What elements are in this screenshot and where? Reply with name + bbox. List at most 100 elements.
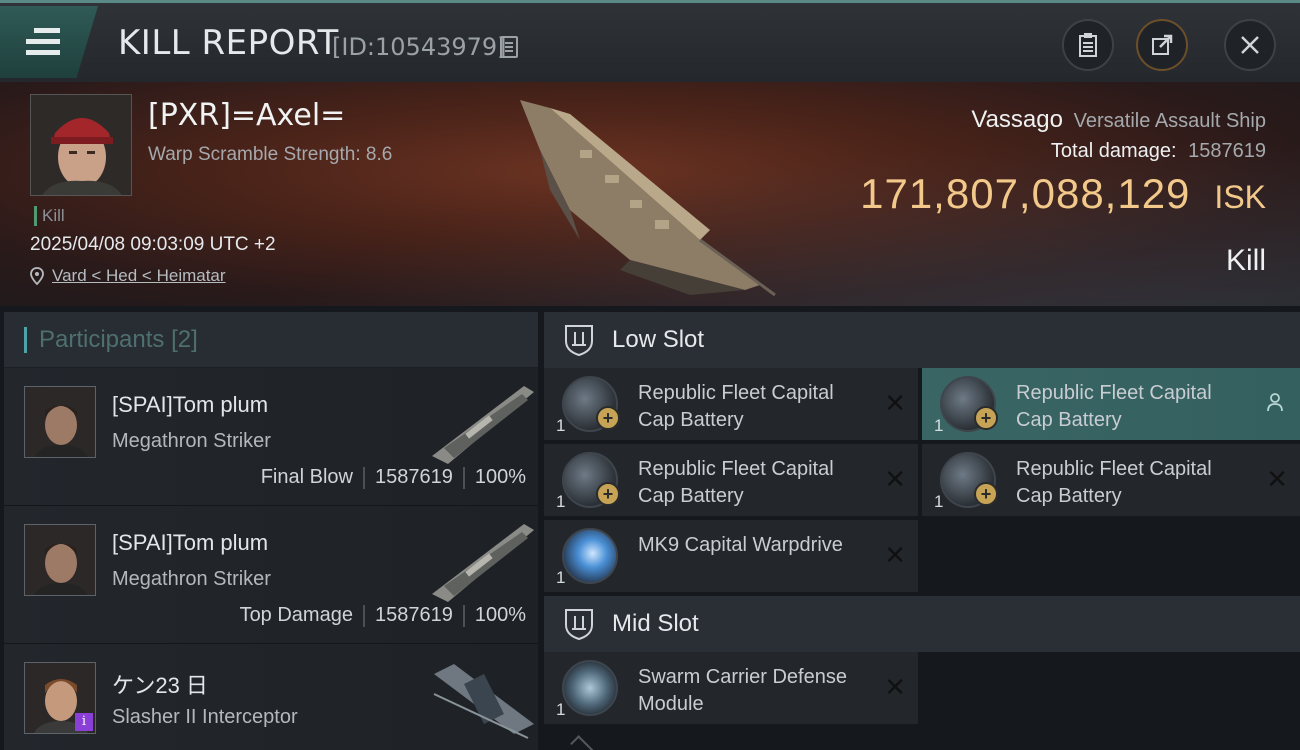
- module-quantity: 1: [556, 416, 566, 435]
- participant-damage: 1587619: [374, 466, 453, 488]
- low-slot-grid: + 1 Republic Fleet Capital Cap Battery ✕…: [544, 368, 1300, 596]
- participant-ship: Slasher II Interceptor: [112, 706, 298, 728]
- participant-ship: Megathron Striker: [112, 430, 271, 452]
- destroyed-x-icon: ✕: [884, 464, 906, 494]
- kill-location-link[interactable]: Vard < Hed < Heimatar: [30, 266, 226, 286]
- low-slot-header: Low Slot: [544, 312, 1300, 368]
- module-item[interactable]: + 1 Republic Fleet Capital Cap Battery: [922, 368, 1300, 440]
- participant-avatar[interactable]: [24, 386, 96, 458]
- kill-banner: [PXR]=Axel= Warp Scramble Strength: 8.6 …: [0, 82, 1300, 306]
- participant-row[interactable]: [SPAI]Tom plum Megathron Striker Final B…: [4, 368, 538, 506]
- menu-button[interactable]: [0, 6, 98, 78]
- participant-avatar[interactable]: i: [24, 662, 96, 734]
- kill-timestamp: 2025/04/08 09:03:09 UTC +2: [30, 234, 276, 255]
- module-item[interactable]: + 1 Republic Fleet Capital Cap Battery ✕: [922, 444, 1300, 516]
- header-accent-bar: [24, 326, 27, 353]
- participant-ship-image: [432, 524, 534, 602]
- mid-slot-label: Mid Slot: [612, 610, 699, 637]
- cap-battery-icon: +: [940, 452, 998, 508]
- participant-ship: Megathron Striker: [112, 568, 271, 590]
- module-item[interactable]: 1 MK9 Capital Warpdrive ✕: [544, 520, 918, 592]
- participant-ship-image: [432, 386, 534, 464]
- module-quantity: 1: [556, 700, 566, 719]
- kill-tag: Kill: [34, 206, 65, 226]
- participant-percent: 100%: [474, 604, 526, 626]
- module-name: Swarm Carrier Defense Module: [638, 666, 847, 715]
- slot-shield-icon: [565, 325, 593, 357]
- clipboard-icon: [1079, 33, 1097, 57]
- destroyed-x-icon: ✕: [884, 540, 906, 570]
- copy-icon[interactable]: [500, 36, 518, 58]
- participant-name: ケン23 日: [112, 673, 208, 698]
- module-name: MK9 Capital Warpdrive: [638, 534, 843, 556]
- participants-count: [2]: [171, 325, 198, 353]
- stats-divider: [462, 466, 465, 489]
- participant-percent: 100%: [474, 466, 526, 488]
- participant-row[interactable]: i ケン23 日 Slasher II Interceptor: [4, 644, 538, 750]
- module-quantity: 1: [934, 492, 944, 511]
- chevron-up-icon: [570, 735, 600, 750]
- module-quantity: 1: [934, 416, 944, 435]
- isk-value: 171,807,088,129: [860, 170, 1191, 217]
- info-badge: i: [75, 713, 93, 731]
- share-icon: [1152, 34, 1173, 55]
- participant-stats: Top Damage 1587619 100%: [240, 604, 526, 627]
- fitting-panel: Low Slot + 1 Republic Fleet Capital Cap …: [544, 312, 1300, 750]
- stats-divider: [362, 604, 365, 627]
- close-button[interactable]: [1224, 19, 1276, 71]
- module-quantity: 1: [556, 492, 566, 511]
- participants-title: Participants: [39, 325, 165, 353]
- module-name: Republic Fleet Capital Cap Battery: [1016, 382, 1212, 431]
- module-name: Republic Fleet Capital Cap Battery: [638, 382, 834, 431]
- module-item[interactable]: + 1 Republic Fleet Capital Cap Battery ✕: [544, 444, 918, 516]
- mid-slot-grid: 1 Swarm Carrier Defense Module ✕: [544, 652, 1300, 728]
- total-damage-value: 1587619: [1188, 140, 1266, 162]
- participant-avatar[interactable]: [24, 524, 96, 596]
- cap-battery-icon: +: [562, 376, 620, 432]
- user-icon[interactable]: [1266, 392, 1284, 412]
- location-text: Vard < Hed < Heimatar: [52, 266, 226, 285]
- cap-battery-icon: +: [940, 376, 998, 432]
- top-bar: KILL REPORT [ID:10543979]: [0, 0, 1300, 82]
- slot-shield-icon: [565, 609, 593, 641]
- module-name: Republic Fleet Capital Cap Battery: [638, 458, 834, 507]
- participant-damage: 1587619: [374, 604, 453, 626]
- participant-ship-image: [433, 664, 534, 739]
- destroyed-x-icon: ✕: [1266, 464, 1288, 494]
- participant-row[interactable]: [SPAI]Tom plum Megathron Striker Top Dam…: [4, 506, 538, 644]
- total-damage-label: Total damage:: [1050, 140, 1177, 162]
- participant-role: Final Blow: [260, 466, 353, 488]
- mid-slot-header: Mid Slot: [544, 596, 1300, 652]
- page-title: KILL REPORT: [118, 23, 339, 63]
- stats-divider: [462, 604, 465, 627]
- participants-label: Participants [2]: [39, 326, 198, 354]
- participant-stats: Final Blow 1587619 100%: [261, 466, 526, 489]
- hamburger-icon: [26, 28, 60, 61]
- participants-panel: Participants [2] [SPAI]Tom plum Megathro…: [4, 312, 538, 750]
- report-id: [ID:10543979]: [332, 33, 507, 61]
- cap-battery-icon: +: [562, 452, 620, 508]
- ship-name-text: Vassago: [971, 106, 1063, 133]
- total-damage: Total damage: 1587619: [1051, 140, 1266, 163]
- location-pin-icon: [30, 267, 44, 285]
- isk-unit: ISK: [1214, 179, 1266, 215]
- victim-avatar[interactable]: [30, 94, 132, 196]
- module-quantity: 1: [556, 568, 566, 587]
- close-icon: [1241, 36, 1259, 54]
- destroyed-x-icon: ✕: [884, 388, 906, 418]
- participant-name: [SPAI]Tom plum: [112, 530, 269, 555]
- victim-ship-name: Vassago Versatile Assault Ship: [971, 106, 1266, 134]
- warpdrive-icon: [562, 528, 618, 584]
- clipboard-button[interactable]: [1062, 19, 1114, 71]
- module-item[interactable]: + 1 Republic Fleet Capital Cap Battery ✕: [544, 368, 918, 440]
- low-slot-label: Low Slot: [612, 326, 705, 353]
- victim-ship-image[interactable]: [510, 90, 790, 300]
- participants-header: Participants [2]: [4, 312, 538, 368]
- warp-scramble-strength: Warp Scramble Strength: 8.6: [148, 144, 393, 165]
- participant-role: Top Damage: [239, 604, 353, 626]
- module-item[interactable]: 1 Swarm Carrier Defense Module ✕: [544, 652, 918, 724]
- result-label: Kill: [1225, 244, 1266, 277]
- share-button[interactable]: [1136, 19, 1188, 71]
- destroyed-x-icon: ✕: [884, 672, 906, 702]
- module-name: Republic Fleet Capital Cap Battery: [1016, 458, 1212, 507]
